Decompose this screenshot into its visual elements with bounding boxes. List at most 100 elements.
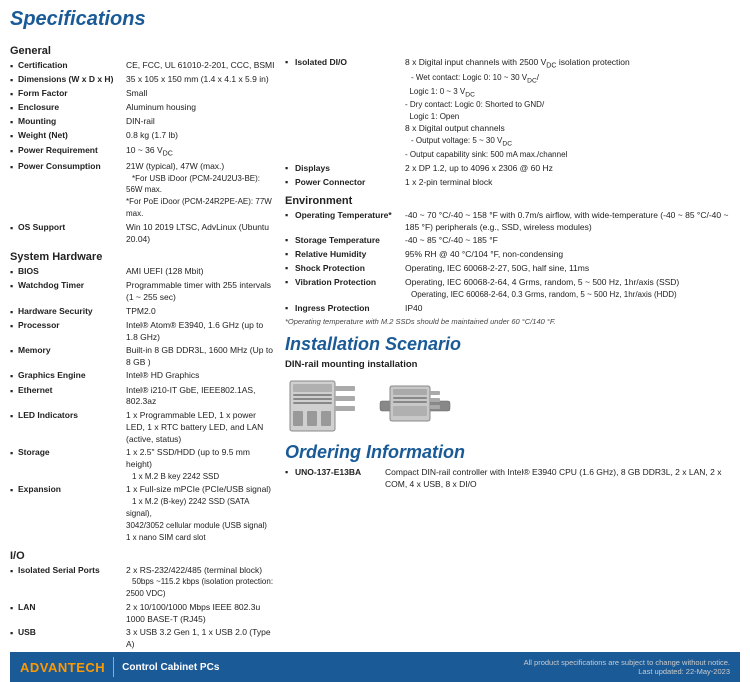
spec-row: ▪ Ethernet Intel® i210-IT GbE, IEEE802.1… — [10, 385, 275, 409]
right-column: ▪ Isolated DI/O 8 x Digital input channe… — [285, 39, 740, 652]
right-spec-row: ▪ Vibration Protection Operating, IEC 60… — [285, 277, 740, 301]
system-hardware-heading: System Hardware — [10, 251, 275, 263]
bullet: ▪ — [285, 57, 295, 67]
spec-label: Watchdog Timer — [18, 280, 126, 292]
spec-value: 1 x 2.5" SSD/HDD (up to 9.5 mm height) 1… — [126, 447, 275, 483]
bullet: ▪ — [285, 210, 295, 220]
spec-label: Processor — [18, 320, 126, 332]
spec-row: ▪ OS Support Win 10 2019 LTSC, AdvLinux … — [10, 222, 275, 246]
spec-label: Storage — [18, 447, 126, 459]
bullet: ▪ — [10, 60, 18, 73]
spec-row: ▪ Expansion 1 x Full-size mPCIe (PCIe/US… — [10, 484, 275, 543]
spec-label: Isolated DI/O — [295, 57, 405, 69]
spec-value: 21W (typical), 47W (max.) *For USB iDoor… — [126, 161, 275, 220]
spec-value: CE, FCC, UL 61010-2-201, CCC, BSMI — [126, 60, 275, 72]
spec-row: ▪ Watchdog Timer Programmable timer with… — [10, 280, 275, 304]
bullet: ▪ — [10, 102, 18, 115]
spec-label: Graphics Engine — [18, 370, 126, 382]
right-io-specs: ▪ Isolated DI/O 8 x Digital input channe… — [285, 57, 740, 189]
bullet: ▪ — [10, 385, 18, 398]
right-spec-row: ▪ Relative Humidity 95% RH @ 40 °C/104 °… — [285, 249, 740, 261]
right-spec-row: ▪ Ingress Protection IP40 — [285, 303, 740, 315]
ordering-row: ▪ UNO-137-E13BA Compact DIN-rail control… — [285, 467, 740, 491]
spec-value: Programmable timer with 255 intervals (1… — [126, 280, 275, 304]
io-heading: I/O — [10, 550, 275, 562]
spec-subvalue: *For USB iDoor (PCM-24U2U3-BE): 56W max.… — [126, 174, 272, 219]
footer: ADVANTECH Control Cabinet PCs All produc… — [10, 652, 740, 682]
spec-value: Intel® i210-IT GbE, IEEE802.1AS, 802.3az — [126, 385, 275, 409]
spec-label: Certification — [18, 60, 126, 72]
spec-value: 2 x DP 1.2, up to 4096 x 2306 @ 60 Hz — [405, 163, 740, 175]
spec-value: 2 x RS-232/422/485 (terminal block) 50bp… — [126, 565, 275, 601]
spec-label: Power Consumption — [18, 161, 126, 173]
spec-label: Memory — [18, 345, 126, 357]
ordering-specs: ▪ UNO-137-E13BA Compact DIN-rail control… — [285, 467, 740, 491]
system-hardware-specs: ▪ BIOS AMI UEFI (128 Mbit) ▪ Watchdog Ti… — [10, 266, 275, 543]
general-heading: General — [10, 45, 275, 57]
bullet: ▪ — [10, 161, 18, 174]
page-container: Specifications General ▪ Certification C… — [0, 0, 750, 682]
spec-value: -40 ~ 70 °C/-40 ~ 158 °F with 0.7m/s air… — [405, 210, 740, 234]
spec-row: ▪ Power Requirement 10 ~ 36 VDC — [10, 145, 275, 160]
ordering-desc: Compact DIN-rail controller with Intel® … — [385, 467, 740, 491]
bullet: ▪ — [10, 130, 18, 143]
footer-note: All product specifications are subject t… — [524, 658, 730, 667]
right-spec-row: ▪ Displays 2 x DP 1.2, up to 4096 x 2306… — [285, 163, 740, 175]
spec-row: ▪ Hardware Security TPM2.0 — [10, 306, 275, 319]
advantech-logo: ADVANTECH — [20, 660, 105, 675]
spec-value: Small — [126, 88, 275, 100]
spec-subvalue: - Wet contact: Logic 0: 10 ~ 30 VDC/ Log… — [405, 73, 544, 122]
bullet: ▪ — [10, 320, 18, 333]
ordering-heading: Ordering Information — [285, 442, 740, 463]
spec-label: Displays — [295, 163, 405, 175]
spec-row: ▪ Form Factor Small — [10, 88, 275, 101]
spec-value: IP40 — [405, 303, 740, 315]
bullet: ▪ — [10, 345, 18, 358]
spec-label: Ingress Protection — [295, 303, 405, 315]
spec-value: 95% RH @ 40 °C/104 °F, non-condensing — [405, 249, 740, 261]
spec-row: ▪ Storage 1 x 2.5" SSD/HDD (up to 9.5 mm… — [10, 447, 275, 483]
spec-value: 2 x 10/100/1000 Mbps IEEE 802.3u 1000 BA… — [126, 602, 275, 626]
spec-subvalue: 1 x M.2 B key 2242 SSD — [132, 472, 219, 481]
spec-value: 1 x Full-size mPCIe (PCIe/USB signal) 1 … — [126, 484, 275, 543]
right-spec-row: ▪ Operating Temperature* -40 ~ 70 °C/-40… — [285, 210, 740, 234]
spec-value: Built-in 8 GB DDR3L, 1600 MHz (Up to 8 G… — [126, 345, 275, 369]
spec-label: Ethernet — [18, 385, 126, 397]
bullet: ▪ — [10, 370, 18, 383]
spec-label: LAN — [18, 602, 126, 614]
logo-main: ANTECH — [48, 660, 105, 675]
bullet: ▪ — [10, 306, 18, 319]
footer-product-line: Control Cabinet PCs — [122, 662, 219, 673]
spec-label: Expansion — [18, 484, 126, 496]
spec-value: 10 ~ 36 VDC — [126, 145, 275, 160]
left-column: General ▪ Certification CE, FCC, UL 6101… — [10, 39, 275, 652]
spec-value: Intel® HD Graphics — [126, 370, 275, 382]
spec-row: ▪ Dimensions (W x D x H) 35 x 105 x 150 … — [10, 74, 275, 87]
bullet: ▪ — [10, 88, 18, 101]
spec-label: Isolated Serial Ports — [18, 565, 126, 577]
io-specs: ▪ Isolated Serial Ports 2 x RS-232/422/4… — [10, 565, 275, 651]
general-specs: ▪ Certification CE, FCC, UL 61010-2-201,… — [10, 60, 275, 245]
spec-label: Power Connector — [295, 177, 405, 189]
main-content: General ▪ Certification CE, FCC, UL 6101… — [10, 39, 740, 652]
spec-value: Win 10 2019 LTSC, AdvLinux (Ubuntu 20.04… — [126, 222, 275, 246]
page-title: Specifications — [10, 8, 740, 31]
spec-label: BIOS — [18, 266, 126, 278]
ordering-model: UNO-137-E13BA — [295, 467, 385, 477]
right-spec-row: ▪ Storage Temperature -40 ~ 85 °C/-40 ~ … — [285, 235, 740, 247]
spec-value: 3 x USB 3.2 Gen 1, 1 x USB 2.0 (Type A) — [126, 627, 275, 651]
install-images — [285, 376, 740, 436]
bullet: ▪ — [10, 266, 18, 279]
spec-subvalue: Operating, IEC 60068-2-64, 0.3 Grms, ran… — [411, 290, 677, 299]
spec-row: ▪ Mounting DIN-rail — [10, 116, 275, 129]
spec-label: Hardware Security — [18, 306, 126, 318]
spec-value: DIN-rail — [126, 116, 275, 128]
spec-row: ▪ BIOS AMI UEFI (128 Mbit) — [10, 266, 275, 279]
bullet: ▪ — [285, 235, 295, 245]
bullet: ▪ — [285, 249, 295, 259]
bullet: ▪ — [10, 116, 18, 129]
spec-value: 0.8 kg (1.7 lb) — [126, 130, 275, 142]
spec-label: Power Requirement — [18, 145, 126, 157]
spec-row: ▪ Processor Intel® Atom® E3940, 1.6 GHz … — [10, 320, 275, 344]
installation-subheading: DIN-rail mounting installation — [285, 359, 740, 370]
